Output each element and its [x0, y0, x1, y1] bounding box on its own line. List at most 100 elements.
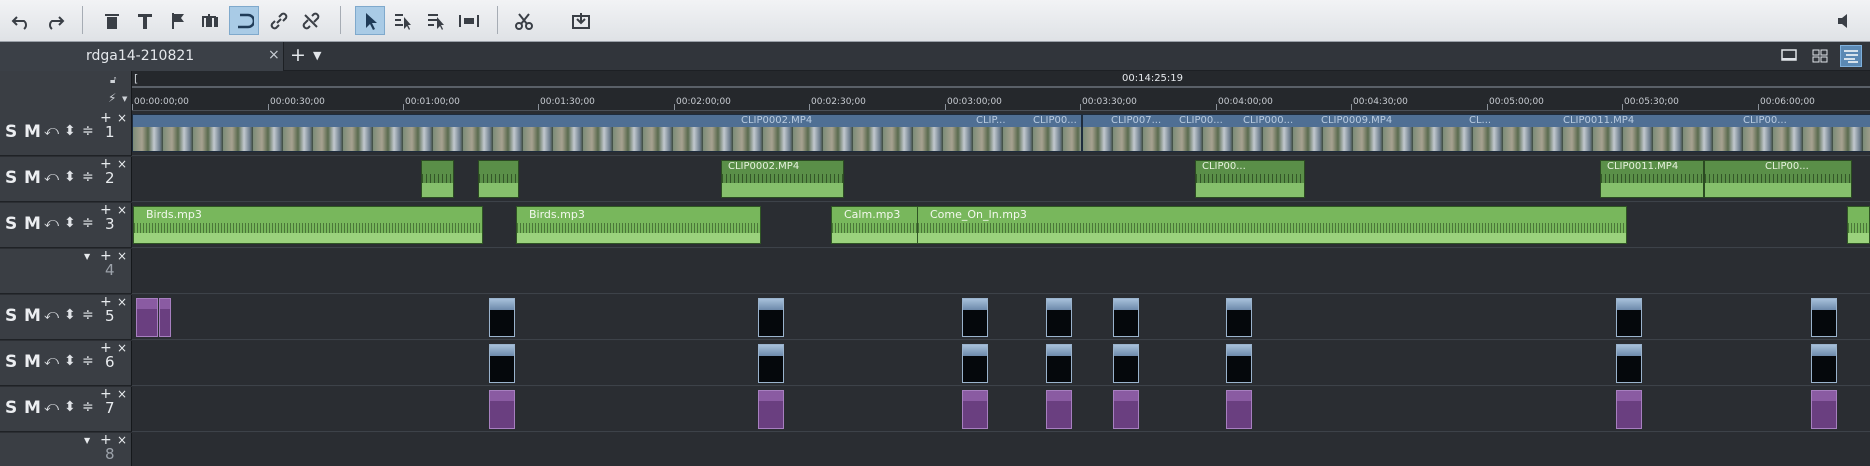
- blank-clip[interactable]: [962, 344, 988, 383]
- split-button[interactable]: [196, 6, 226, 35]
- height-icon[interactable]: ⬍: [64, 169, 76, 185]
- track-lane-3[interactable]: Birds.mp3 Birds.mp3 Calm.mp3 Come_On_In.…: [132, 203, 1870, 248]
- title-clip[interactable]: [1113, 390, 1139, 429]
- blank-clip[interactable]: [962, 298, 988, 337]
- chevron-down-icon[interactable]: ▼: [122, 95, 127, 103]
- height-icon[interactable]: ⬍: [64, 353, 76, 369]
- blank-clip[interactable]: [1046, 298, 1072, 337]
- delete-track-icon[interactable]: ×: [117, 157, 127, 171]
- mute-button[interactable]: M: [24, 352, 41, 372]
- delete-track-icon[interactable]: ×: [117, 341, 127, 355]
- track-lane-1[interactable]: CLIP0002.MP4 CLIP... CLIP00... CLIP007..…: [132, 111, 1870, 156]
- overlay-clip[interactable]: CLIP0011.MP4: [1600, 160, 1704, 198]
- title-clip[interactable]: [962, 390, 988, 429]
- audio-clip[interactable]: Birds.mp3: [516, 206, 761, 244]
- blank-clip[interactable]: [1811, 298, 1837, 337]
- video-clip[interactable]: CLIP0002.MP4 CLIP... CLIP00...: [132, 114, 1082, 152]
- audio-clip[interactable]: Calm.mp3: [831, 206, 924, 244]
- overlay-clip[interactable]: CLIP0002.MP4: [721, 160, 844, 198]
- track-lane-6[interactable]: [132, 341, 1870, 386]
- blank-clip[interactable]: [1226, 344, 1252, 383]
- delete-track-icon[interactable]: ×: [117, 295, 127, 309]
- mute-button[interactable]: M: [24, 398, 41, 418]
- collapse-icon[interactable]: ≑: [82, 169, 94, 185]
- blank-clip[interactable]: [1811, 344, 1837, 383]
- solo-button[interactable]: S: [5, 214, 17, 234]
- delete-track-icon[interactable]: ×: [117, 111, 127, 125]
- solo-button[interactable]: S: [5, 352, 17, 372]
- chevron-down-icon[interactable]: ▼: [84, 436, 90, 445]
- blank-clip[interactable]: [1226, 298, 1252, 337]
- undo-button[interactable]: [6, 6, 36, 35]
- collapse-icon[interactable]: ≑: [82, 215, 94, 231]
- track-lane-8[interactable]: [132, 433, 1870, 466]
- track-lane-5[interactable]: [132, 295, 1870, 340]
- title-clip[interactable]: [489, 390, 515, 429]
- height-icon[interactable]: ⬍: [64, 215, 76, 231]
- blank-clip[interactable]: [489, 298, 515, 337]
- redo-button[interactable]: [40, 6, 70, 35]
- track-lane-7[interactable]: [132, 387, 1870, 432]
- timeline-view-button[interactable]: [1840, 45, 1862, 67]
- mute-button[interactable]: M: [24, 306, 41, 326]
- blank-clip[interactable]: [758, 344, 784, 383]
- blank-clip[interactable]: [1616, 298, 1642, 337]
- close-icon[interactable]: ×: [268, 47, 280, 63]
- track-lane-2[interactable]: CLIP0002.MP4 CLIP00... CLIP0011.MP4 CLIP…: [132, 157, 1870, 202]
- height-icon[interactable]: ⬍: [64, 307, 76, 323]
- title-clip[interactable]: [1046, 390, 1072, 429]
- solo-button[interactable]: S: [5, 122, 17, 142]
- tool-a-button[interactable]: [388, 6, 418, 35]
- blank-clip[interactable]: [1046, 344, 1072, 383]
- title-clip[interactable]: [159, 298, 171, 337]
- audio-clip[interactable]: Come_On_In.mp3: [917, 206, 1627, 244]
- height-icon[interactable]: ⬍: [64, 123, 76, 139]
- collapse-icon[interactable]: ≑: [82, 307, 94, 323]
- delete-track-icon[interactable]: ×: [117, 387, 127, 401]
- blank-clip[interactable]: [758, 298, 784, 337]
- height-icon[interactable]: ⬍: [64, 399, 76, 415]
- lock-icon[interactable]: 🔓︎: [110, 75, 116, 86]
- magnet-icon[interactable]: ⚡︎: [108, 91, 116, 105]
- delete-button[interactable]: [97, 6, 127, 35]
- mute-button[interactable]: M: [24, 214, 41, 234]
- solo-button[interactable]: S: [5, 398, 17, 418]
- title-clip[interactable]: [1616, 390, 1642, 429]
- tab-project[interactable]: rdga14-210821 ×: [0, 42, 284, 71]
- delete-track-icon[interactable]: ×: [117, 433, 127, 447]
- marker-button[interactable]: [163, 6, 193, 35]
- title-clip[interactable]: [136, 298, 158, 337]
- collapse-icon[interactable]: ≑: [82, 399, 94, 415]
- tool-c-button[interactable]: [454, 6, 484, 35]
- overlay-clip[interactable]: CLIP00...: [1704, 160, 1852, 198]
- blank-clip[interactable]: [489, 344, 515, 383]
- group-button[interactable]: [264, 6, 294, 35]
- title-clip[interactable]: [1811, 390, 1837, 429]
- cut-button[interactable]: [509, 6, 539, 35]
- tool-b-button[interactable]: [421, 6, 451, 35]
- title-clip[interactable]: [758, 390, 784, 429]
- add-tab-icon[interactable]: +: [290, 44, 306, 66]
- delete-track-icon[interactable]: ×: [117, 249, 127, 263]
- title-clip[interactable]: [1226, 390, 1252, 429]
- lock-icon[interactable]: ⤺: [44, 353, 59, 369]
- collapse-icon[interactable]: ≑: [82, 123, 94, 139]
- mute-button[interactable]: M: [24, 168, 41, 188]
- ripple-button[interactable]: [229, 6, 259, 35]
- mute-button[interactable]: M: [24, 122, 41, 142]
- audio-clip[interactable]: [1847, 206, 1870, 244]
- blank-clip[interactable]: [1616, 344, 1642, 383]
- overlay-clip[interactable]: [478, 160, 519, 198]
- single-view-button[interactable]: [1778, 45, 1800, 67]
- insert-button[interactable]: [566, 6, 596, 35]
- grid-view-button[interactable]: [1809, 45, 1831, 67]
- volume-button[interactable]: [1830, 6, 1860, 35]
- solo-button[interactable]: S: [5, 168, 17, 188]
- overlay-clip[interactable]: [421, 160, 454, 198]
- lock-icon[interactable]: ⤺: [44, 123, 59, 139]
- pointer-mode-button[interactable]: [355, 6, 385, 35]
- lock-icon[interactable]: ⤺: [44, 307, 59, 323]
- solo-button[interactable]: S: [5, 306, 17, 326]
- lock-icon[interactable]: ⤺: [44, 399, 59, 415]
- ungroup-button[interactable]: [296, 6, 326, 35]
